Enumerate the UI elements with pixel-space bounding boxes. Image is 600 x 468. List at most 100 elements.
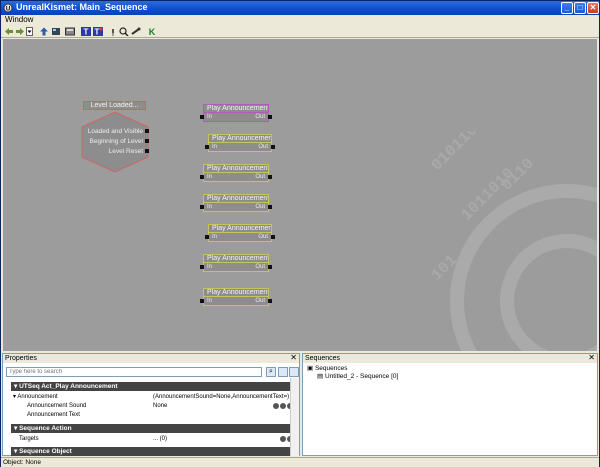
play-announcement-node[interactable]: Play Announcement In Out xyxy=(200,194,272,213)
close-icon[interactable]: ✕ xyxy=(290,354,297,362)
property-row-announcement[interactable]: ▾ Announcement (AnnouncementSound=None,A… xyxy=(11,393,292,401)
category-label: Sequence Object xyxy=(19,448,72,455)
menu-bar: Window xyxy=(1,15,599,26)
close-button[interactable]: ✕ xyxy=(587,2,599,14)
output-pin[interactable] xyxy=(271,235,275,239)
use-icon[interactable] xyxy=(280,403,286,409)
node-title: Play Announcement xyxy=(203,194,269,203)
pin-icon[interactable] xyxy=(108,27,118,36)
category-label: UTSeq Act_Play Announcement xyxy=(19,383,118,390)
input-pin[interactable] xyxy=(200,299,204,303)
status-text: Object: None xyxy=(3,459,41,466)
search-input[interactable] xyxy=(6,367,262,377)
input-pin[interactable] xyxy=(200,205,204,209)
play-announcement-node[interactable]: Play Announcement In Out xyxy=(200,254,272,273)
input-pin[interactable] xyxy=(205,235,209,239)
input-pin[interactable] xyxy=(200,175,204,179)
options-icon[interactable] xyxy=(289,367,299,377)
link-icon[interactable] xyxy=(131,27,141,36)
tree-item-sequence[interactable]: ▤ Untitled_2 - Sequence [0] xyxy=(317,373,398,381)
input-pin[interactable] xyxy=(205,145,209,149)
search-icon[interactable]: ⌕ xyxy=(266,367,276,377)
forward-icon[interactable] xyxy=(15,27,25,36)
title-bar: U UnrealKismet: Main_Sequence _ □ ✕ xyxy=(1,1,599,15)
menu-window[interactable]: Window xyxy=(5,15,33,24)
property-row-announcement-sound[interactable]: Announcement Sound None xyxy=(11,402,293,410)
event-pin-reset[interactable] xyxy=(145,149,149,153)
output-pin[interactable] xyxy=(268,205,272,209)
properties-panel: Properties ✕ ⌕ ▾ UTSeq Act_Play Announce… xyxy=(2,353,300,456)
node-input-label: In xyxy=(207,204,213,210)
property-value: ... (0) xyxy=(153,436,168,442)
add-icon[interactable] xyxy=(280,436,286,442)
play-announcement-node[interactable]: Play Announcement In Out xyxy=(200,164,272,183)
minimize-button[interactable]: _ xyxy=(561,2,573,14)
sequences-panel: Sequences ✕ ▣ Sequences ▤ Untitled_2 - S… xyxy=(302,353,598,456)
node-output-label: Out xyxy=(255,298,265,304)
property-key: Announcement xyxy=(17,394,58,400)
text-search-icon[interactable]: T xyxy=(93,27,103,36)
play-announcement-node[interactable]: Play Announcement In Out xyxy=(205,134,275,153)
properties-scrollbar[interactable] xyxy=(290,378,299,456)
close-icon[interactable]: ✕ xyxy=(588,354,595,362)
node-output-label: Out xyxy=(255,264,265,270)
open-icon[interactable] xyxy=(51,27,61,36)
graph-canvas[interactable]: 0101101 1011010 0110 101 Level Loaded...… xyxy=(3,39,597,351)
play-announcement-node[interactable]: Play Announcement In Out xyxy=(205,224,275,243)
clear-search-icon[interactable] xyxy=(278,367,288,377)
event-pin-loaded[interactable] xyxy=(145,129,149,133)
node-input-label: In xyxy=(212,144,218,150)
output-pin[interactable] xyxy=(268,175,272,179)
maximize-button[interactable]: □ xyxy=(574,2,586,14)
dropdown-icon[interactable] xyxy=(26,27,33,36)
tree-label: Untitled_2 - Sequence [0] xyxy=(324,373,399,380)
property-row-targets[interactable]: Targets ... (0) xyxy=(11,435,293,443)
window-title: UnrealKismet: Main_Sequence xyxy=(16,2,148,12)
output-pin[interactable] xyxy=(271,145,275,149)
toolbar: T T K xyxy=(1,26,599,38)
output-pin[interactable] xyxy=(268,299,272,303)
node-output-label: Out xyxy=(255,114,265,120)
node-title: Play Announcement xyxy=(208,134,272,143)
properties-title: Properties xyxy=(3,354,299,363)
svg-text:0110: 0110 xyxy=(498,155,538,195)
status-bar: Object: None xyxy=(1,457,599,467)
svg-text:T: T xyxy=(95,28,100,37)
unreal-watermark: 0101101 1011010 0110 101 xyxy=(428,131,597,351)
event-output-beginning: Beginning of Level xyxy=(89,138,144,145)
zoom-icon[interactable] xyxy=(119,27,129,36)
back-icon[interactable] xyxy=(4,27,14,36)
property-key: Announcement Sound xyxy=(27,403,87,409)
save-icon[interactable] xyxy=(65,27,75,36)
sequence-icon: ▤ xyxy=(317,373,324,380)
event-output-reset: Level Reset xyxy=(108,148,143,155)
property-value: None xyxy=(153,403,168,409)
node-title: Play Announcement xyxy=(203,254,269,263)
property-row-announcement-text[interactable]: Announcement Text xyxy=(11,411,292,419)
app-icon: U xyxy=(3,3,13,13)
tree-item-root[interactable]: ▣ Sequences xyxy=(307,365,348,373)
up-icon[interactable] xyxy=(39,27,49,36)
play-announcement-node[interactable]: Play Announcement In Out xyxy=(200,104,272,123)
node-title: Play Announcement xyxy=(208,224,272,233)
category-label: Sequence Action xyxy=(19,425,72,432)
play-announcement-node[interactable]: Play Announcement In Out xyxy=(200,288,272,307)
find-icon[interactable] xyxy=(273,403,279,409)
node-output-label: Out xyxy=(255,204,265,210)
category-play-announcement[interactable]: ▾ UTSeq Act_Play Announcement xyxy=(11,382,292,391)
kismet-icon[interactable]: K xyxy=(147,27,157,36)
node-input-label: In xyxy=(207,174,213,180)
category-sequence-object[interactable]: ▾ Sequence Object xyxy=(11,447,292,456)
output-pin[interactable] xyxy=(268,115,272,119)
event-node-title[interactable]: Level Loaded... xyxy=(83,101,146,110)
input-pin[interactable] xyxy=(200,265,204,269)
input-pin[interactable] xyxy=(200,115,204,119)
event-pin-beginning[interactable] xyxy=(145,139,149,143)
folder-icon: ▣ xyxy=(307,365,314,372)
node-title: Play Announcement xyxy=(203,104,269,113)
output-pin[interactable] xyxy=(268,265,272,269)
svg-text:U: U xyxy=(6,7,10,13)
category-sequence-action[interactable]: ▾ Sequence Action xyxy=(11,424,292,433)
node-output-label: Out xyxy=(258,234,268,240)
text-icon[interactable]: T xyxy=(81,27,91,36)
